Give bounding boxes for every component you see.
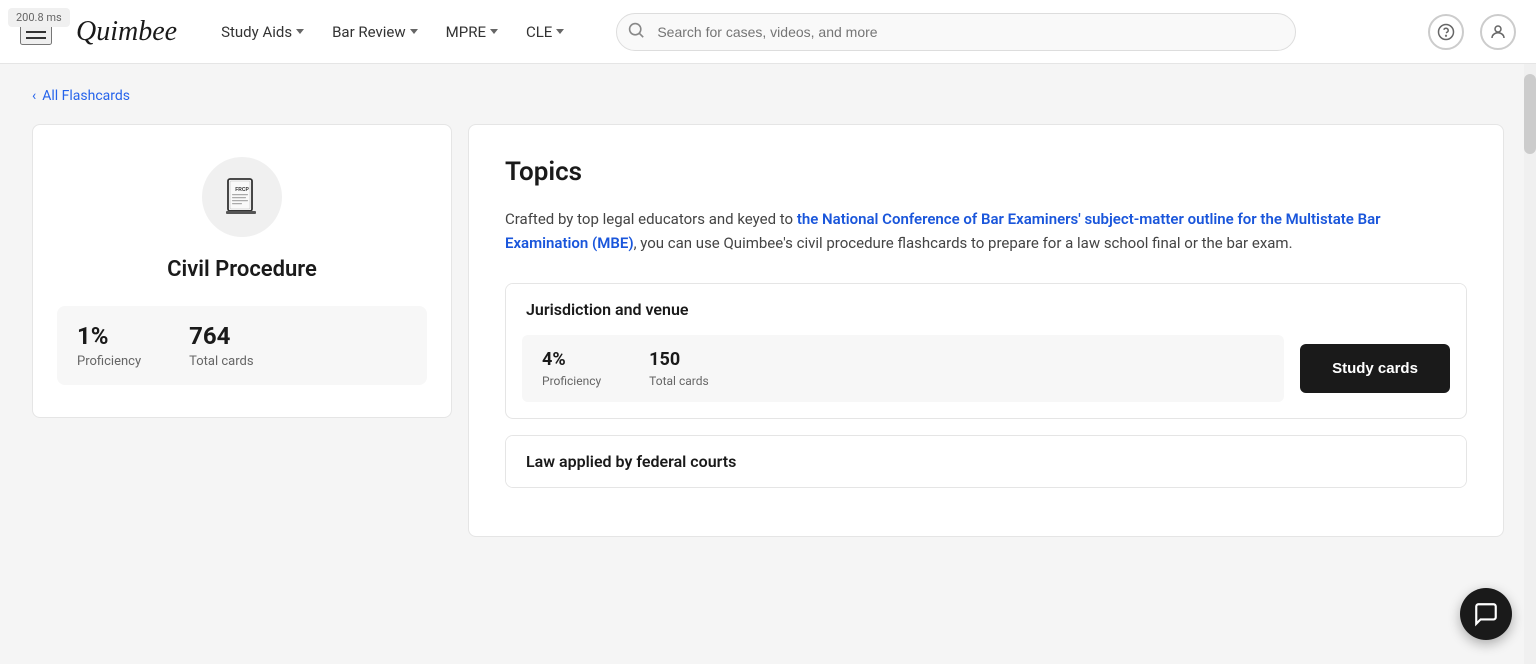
topic-jurisdiction-venue-row: 4% Proficiency 150 Total cards Study car… [506, 335, 1466, 418]
total-cards-value: 764 [189, 322, 253, 350]
nav-bar-review[interactable]: Bar Review [320, 15, 430, 49]
mpre-chevron-icon [490, 29, 498, 34]
frcp-book-icon: FRCP [220, 175, 264, 219]
topics-title: Topics [505, 157, 1467, 187]
performance-badge: 200.8 ms [8, 8, 70, 27]
stats-box: 1% Proficiency 764 Total cards [57, 306, 427, 385]
chat-bubble-button[interactable] [1460, 588, 1512, 640]
two-col-layout: FRCP Civil Procedure 1% Proficiency 764 [32, 124, 1504, 537]
topic-jurisdiction-total-cards-label: Total cards [649, 374, 709, 388]
cle-chevron-icon [556, 29, 564, 34]
topic-jurisdiction-total-cards-value: 150 [649, 349, 709, 370]
study-cards-button-jurisdiction[interactable]: Study cards [1300, 344, 1450, 393]
proficiency-label: Proficiency [77, 354, 141, 369]
user-account-button[interactable] [1480, 14, 1516, 50]
bar-review-chevron-icon [410, 29, 418, 34]
topics-panel: Topics Crafted by top legal educators an… [468, 124, 1504, 537]
nav-study-aids[interactable]: Study Aids [209, 15, 316, 49]
search-input[interactable] [616, 13, 1296, 51]
header: 200.8 ms Quimbee Study Aids Bar Review M… [0, 0, 1536, 64]
subject-card: FRCP Civil Procedure 1% Proficiency 764 [32, 124, 452, 418]
scrollbar-thumb[interactable] [1524, 74, 1536, 154]
breadcrumb-chevron-icon: ‹ [32, 88, 36, 104]
svg-text:FRCP: FRCP [235, 187, 249, 193]
header-actions [1428, 14, 1516, 50]
proficiency-stat: 1% Proficiency [77, 322, 141, 369]
topic-law-applied-federal-header: Law applied by federal courts [506, 436, 1466, 487]
topics-description: Crafted by top legal educators and keyed… [505, 207, 1467, 255]
topic-jurisdiction-stats: 4% Proficiency 150 Total cards [522, 335, 1284, 402]
scrollbar[interactable] [1524, 64, 1536, 664]
topic-jurisdiction-proficiency: 4% Proficiency [542, 349, 601, 388]
total-cards-label: Total cards [189, 354, 253, 369]
main-nav: Study Aids Bar Review MPRE CLE [209, 15, 576, 49]
help-button[interactable] [1428, 14, 1464, 50]
search-icon [628, 22, 644, 42]
topic-jurisdiction-venue: Jurisdiction and venue 4% Proficiency 15… [505, 283, 1467, 419]
search-bar [616, 13, 1296, 51]
topic-jurisdiction-proficiency-value: 4% [542, 349, 601, 370]
total-cards-stat: 764 Total cards [189, 322, 253, 369]
nav-mpre[interactable]: MPRE [434, 15, 510, 49]
topic-jurisdiction-venue-header: Jurisdiction and venue [506, 284, 1466, 335]
subject-title: Civil Procedure [167, 257, 317, 282]
topic-jurisdiction-total-cards: 150 Total cards [649, 349, 709, 388]
logo[interactable]: Quimbee [76, 16, 177, 48]
topic-law-applied-federal: Law applied by federal courts [505, 435, 1467, 488]
proficiency-value: 1% [77, 322, 141, 350]
topic-jurisdiction-proficiency-label: Proficiency [542, 374, 601, 388]
subject-icon-wrap: FRCP [202, 157, 282, 237]
breadcrumb[interactable]: ‹ All Flashcards [32, 88, 1504, 104]
page-content: ‹ All Flashcards FRCP Civil Proc [0, 64, 1536, 561]
study-aids-chevron-icon [296, 29, 304, 34]
nav-cle[interactable]: CLE [514, 15, 576, 49]
